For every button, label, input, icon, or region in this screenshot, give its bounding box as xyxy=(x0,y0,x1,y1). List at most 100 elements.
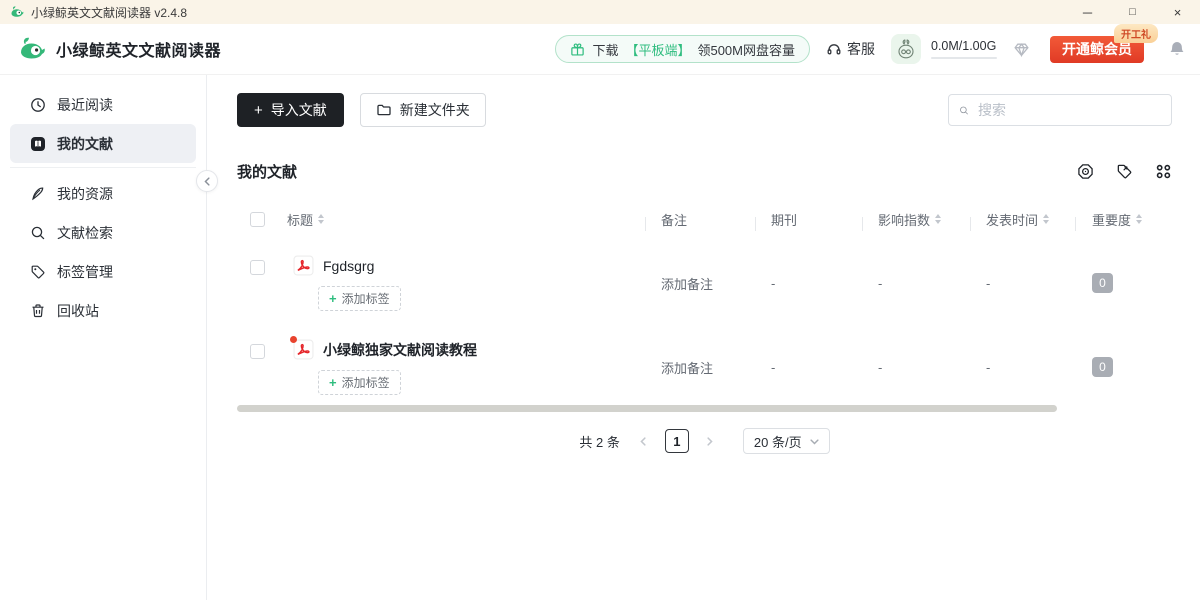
row-checkbox[interactable] xyxy=(250,260,265,275)
gift-icon xyxy=(570,42,585,57)
sidebar-item-literature-search[interactable]: 文献检索 xyxy=(10,213,196,252)
pdf-file-icon xyxy=(293,339,314,360)
chevron-down-icon xyxy=(810,437,819,446)
page-size-select[interactable]: 20 条/页 xyxy=(743,428,830,454)
row-importance-cell: 0 xyxy=(1075,241,1172,325)
library-icon xyxy=(30,136,46,152)
main-content: + 导入文献 新建文件夹 我的文献 xyxy=(207,75,1200,600)
column-header-impact[interactable]: 影响指数 xyxy=(862,210,970,229)
whale-avatar-icon xyxy=(895,38,917,60)
sidebar-item-label: 回收站 xyxy=(57,301,99,321)
section-header: 我的文献 xyxy=(237,160,1172,182)
download-tablet-button[interactable]: 下载【平板端】领500M网盘容量 xyxy=(555,35,810,63)
plus-icon: + xyxy=(254,102,263,119)
row-impact-cell: - xyxy=(862,241,970,325)
select-all-checkbox[interactable] xyxy=(250,212,265,227)
plus-icon: + xyxy=(329,375,337,390)
customer-service-label: 客服 xyxy=(847,39,875,59)
pen-icon xyxy=(30,186,46,202)
pdf-file-icon xyxy=(293,255,314,276)
download-highlight: 【平板端】 xyxy=(625,40,690,59)
add-tag-button[interactable]: + 添加标签 xyxy=(318,370,401,395)
table-header-checkbox-cell xyxy=(237,212,285,227)
row-journal-cell: - xyxy=(755,325,862,409)
column-header-importance[interactable]: 重要度 xyxy=(1075,210,1172,229)
sidebar-item-label: 我的资源 xyxy=(57,184,113,204)
sidebar-item-my-resources[interactable]: 我的资源 xyxy=(10,174,196,213)
add-note-button[interactable]: 添加备注 xyxy=(661,274,713,293)
row-journal-cell: - xyxy=(755,241,862,325)
gem-icon[interactable] xyxy=(1013,41,1030,58)
download-suffix: 领500M网盘容量 xyxy=(697,40,795,59)
close-button[interactable]: × xyxy=(1155,0,1200,24)
window-title: 小绿鲸英文文献阅读器 v2.4.8 xyxy=(31,4,187,21)
import-button-label: 导入文献 xyxy=(271,100,327,120)
sidebar-item-recent-reading[interactable]: 最近阅读 xyxy=(10,85,196,124)
display-settings-icon[interactable] xyxy=(1077,163,1094,180)
column-header-title[interactable]: 标题 xyxy=(285,210,645,229)
chevron-left-icon xyxy=(639,437,648,446)
pagination-next-button[interactable] xyxy=(698,429,722,453)
minimize-button[interactable]: ─ xyxy=(1065,0,1110,24)
sidebar-item-my-literature[interactable]: 我的文献 xyxy=(10,124,196,163)
row-published-cell: - xyxy=(970,325,1075,409)
toolbar: + 导入文献 新建文件夹 xyxy=(237,93,1172,127)
customer-service-button[interactable]: 客服 xyxy=(826,39,875,59)
column-label: 影响指数 xyxy=(878,210,930,229)
plus-icon: + xyxy=(329,291,337,306)
column-header-published[interactable]: 发表时间 xyxy=(970,210,1075,229)
notification-bell-button[interactable] xyxy=(1168,40,1186,58)
pagination-prev-button[interactable] xyxy=(632,429,656,453)
row-checkbox-cell xyxy=(237,325,285,409)
row-checkbox[interactable] xyxy=(250,344,265,359)
membership-gift-badge: 开工礼 xyxy=(1114,24,1158,43)
sidebar-item-label: 我的文献 xyxy=(57,134,113,154)
table-body: Fgdsgrg + 添加标签 添加备注 - - xyxy=(237,241,1172,409)
grid-view-icon[interactable] xyxy=(1155,163,1172,180)
sort-icon[interactable] xyxy=(1136,214,1142,224)
add-tag-button[interactable]: + 添加标签 xyxy=(318,286,401,311)
importance-badge[interactable]: 0 xyxy=(1092,273,1113,293)
brand: 小绿鲸英文文献阅读器 xyxy=(18,37,221,61)
document-title[interactable]: Fgdsgrg xyxy=(323,258,374,274)
search-icon xyxy=(959,103,969,118)
avatar[interactable] xyxy=(891,34,921,64)
storage-progress-bar xyxy=(931,57,997,59)
chevron-right-icon xyxy=(705,437,714,446)
body: 最近阅读 我的文献 我的资源 xyxy=(0,75,1200,600)
row-impact-cell: - xyxy=(862,325,970,409)
sort-icon[interactable] xyxy=(1043,214,1049,224)
row-title-cell: 小绿鲸独家文献阅读教程 + 添加标签 xyxy=(285,325,645,409)
search-box xyxy=(948,94,1172,126)
row-note-cell: 添加备注 xyxy=(645,325,755,409)
maximize-button[interactable]: □ xyxy=(1110,0,1155,24)
add-tag-label: 添加标签 xyxy=(342,290,390,307)
document-title[interactable]: 小绿鲸独家文献阅读教程 xyxy=(323,340,477,360)
sidebar-item-tag-management[interactable]: 标签管理 xyxy=(10,252,196,291)
new-folder-button[interactable]: 新建文件夹 xyxy=(360,93,486,127)
section-title: 我的文献 xyxy=(237,161,297,182)
sort-icon[interactable] xyxy=(318,214,324,224)
table-row: 小绿鲸独家文献阅读教程 + 添加标签 添加备注 - - xyxy=(237,325,1172,409)
clock-icon xyxy=(30,97,46,113)
scrollbar-thumb[interactable] xyxy=(237,405,1057,412)
sidebar-collapse-button[interactable] xyxy=(196,170,218,192)
row-note-cell: 添加备注 xyxy=(645,241,755,325)
sort-icon[interactable] xyxy=(935,214,941,224)
pagination-page-button[interactable]: 1 xyxy=(665,429,689,453)
bell-icon xyxy=(1168,40,1186,58)
importance-badge[interactable]: 0 xyxy=(1092,357,1113,377)
chevron-left-icon xyxy=(203,177,212,186)
add-note-button[interactable]: 添加备注 xyxy=(661,358,713,377)
sidebar-item-recycle-bin[interactable]: 回收站 xyxy=(10,291,196,330)
column-header-journal: 期刊 xyxy=(755,210,862,229)
tag-filter-icon[interactable] xyxy=(1116,163,1133,180)
sidebar-divider xyxy=(10,167,196,168)
import-literature-button[interactable]: + 导入文献 xyxy=(237,93,344,127)
pagination: 共 2 条 1 20 条/页 xyxy=(237,428,1172,454)
search-input[interactable] xyxy=(976,101,1161,119)
sidebar: 最近阅读 我的文献 我的资源 xyxy=(0,75,207,600)
row-checkbox-cell xyxy=(237,241,285,325)
horizontal-scrollbar[interactable] xyxy=(237,405,1172,412)
add-tag-label: 添加标签 xyxy=(342,374,390,391)
